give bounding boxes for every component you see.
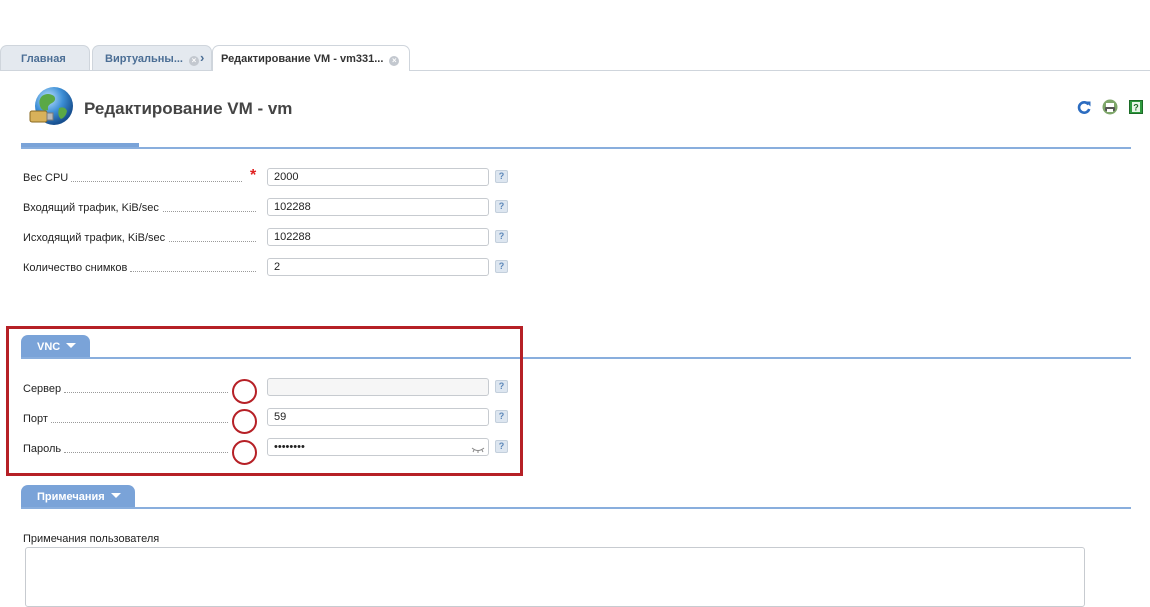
snapshots-count-label: Количество снимков: [23, 262, 131, 274]
section-divider: [21, 147, 1131, 149]
annotation-circle: [232, 409, 257, 434]
close-icon[interactable]: ×: [389, 56, 400, 66]
svg-text:?: ?: [1133, 103, 1139, 113]
help-icon[interactable]: ?: [495, 230, 508, 243]
annotation-circle: [232, 440, 257, 465]
help-book-icon[interactable]: ?: [1128, 99, 1144, 115]
close-icon[interactable]: ×: [189, 56, 199, 66]
tab-virtual-machines-label: Виртуальны...: [105, 53, 183, 65]
chevron-right-icon: ›: [200, 50, 205, 65]
outbound-traffic-input[interactable]: [267, 228, 489, 246]
cpu-weight-input[interactable]: [267, 168, 489, 186]
refresh-icon[interactable]: [1076, 99, 1092, 115]
help-icon[interactable]: ?: [495, 170, 508, 183]
annotation-highlight-box: [6, 326, 523, 476]
help-icon[interactable]: ?: [495, 200, 508, 213]
caret-down-icon: [110, 493, 121, 498]
tab-edit-vm[interactable]: Редактирование VM - vm331... ×: [212, 45, 410, 71]
user-notes-label: Примечания пользователя: [23, 533, 160, 545]
tab-virtual-machines[interactable]: Виртуальны... ×: [92, 45, 212, 70]
help-icon[interactable]: ?: [495, 260, 508, 273]
required-marker: *: [250, 167, 257, 184]
page-title: Редактирование VM - vm: [84, 99, 293, 118]
notes-section-toggle[interactable]: Примечания: [21, 485, 135, 508]
label-leader: [166, 241, 256, 242]
print-icon[interactable]: [1102, 99, 1118, 115]
cpu-weight-label: Вес CPU: [23, 172, 72, 184]
label-leader: [68, 181, 242, 182]
notes-section-label: Примечания: [37, 491, 105, 503]
tab-home-label: Главная: [21, 53, 66, 65]
tabbar-divider: [0, 70, 1150, 71]
outbound-traffic-label: Исходящий трафик, KiB/sec: [23, 232, 169, 244]
inbound-traffic-input[interactable]: [267, 198, 489, 216]
globe-plug-icon: [29, 87, 73, 125]
user-notes-textarea[interactable]: [25, 547, 1085, 607]
label-leader: [130, 271, 256, 272]
inbound-traffic-label: Входящий трафик, KiB/sec: [23, 202, 162, 214]
annotation-circle: [232, 379, 257, 404]
snapshots-count-input[interactable]: [267, 258, 489, 276]
tab-home[interactable]: Главная: [0, 45, 90, 70]
tab-edit-vm-label: Редактирование VM - vm331...: [221, 53, 384, 65]
notes-section-divider: [21, 507, 1131, 509]
label-leader: [160, 211, 256, 212]
